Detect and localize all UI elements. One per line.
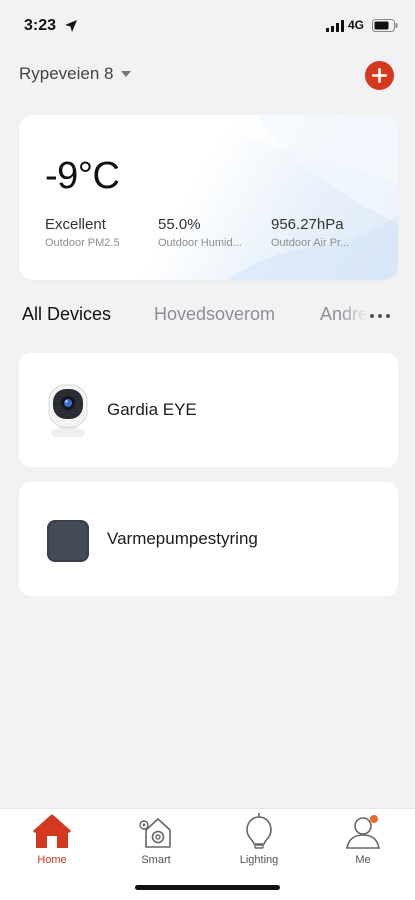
tab-hovedsoverom[interactable]: Hovedsoverom — [154, 304, 275, 325]
tab-me[interactable]: Me — [328, 813, 398, 869]
tab-label: Home — [37, 854, 67, 866]
weather-card[interactable]: -9°C Excellent Outdoor PM2.5 55.0% Outdo… — [19, 115, 398, 280]
device-card[interactable]: Varmepumpestyring — [19, 482, 398, 596]
tab-all-devices[interactable]: All Devices — [22, 304, 111, 325]
home-name: Rypeveien 8 — [19, 64, 114, 83]
status-time: 3:23 — [24, 17, 57, 34]
metric-value: 956.27hPa — [271, 216, 344, 233]
chevron-down-icon — [120, 71, 131, 77]
more-icon[interactable] — [368, 304, 392, 328]
home-indicator — [135, 885, 280, 890]
weather-card-background — [208, 115, 398, 280]
tab-label: Me — [355, 854, 371, 866]
network-type: 4G — [348, 18, 365, 32]
tab-smart[interactable]: Smart — [121, 813, 191, 869]
tab-label: Smart — [141, 854, 171, 866]
tab-lighting[interactable]: Lighting — [224, 813, 294, 869]
bulb-icon — [246, 813, 272, 849]
device-card[interactable]: Gardia EYE — [19, 353, 398, 467]
metric-value: Excellent — [45, 216, 106, 233]
metric-label: Outdoor Humid... — [158, 237, 242, 249]
app-screen: 3:23 4G Rypeveien 8 -9°C Excellent Outdo… — [0, 0, 415, 900]
hub-icon — [47, 520, 89, 562]
home-selector[interactable]: Rypeveien 8 — [19, 64, 132, 84]
metric-air-pressure: 956.27hPa Outdoor Air Pr... — [271, 216, 381, 249]
status-bar: 3:23 4G — [0, 0, 415, 52]
metric-label: Outdoor PM2.5 — [45, 237, 120, 249]
tab-overflow: Andre — [318, 304, 368, 328]
device-name: Gardia EYE — [107, 400, 197, 419]
metric-pm25: Excellent Outdoor PM2.5 — [45, 216, 155, 249]
home-icon — [33, 814, 71, 848]
add-device-button[interactable] — [365, 61, 394, 90]
signal-icon — [326, 20, 344, 32]
plus-icon — [372, 68, 387, 83]
metric-humidity: 55.0% Outdoor Humid... — [158, 216, 268, 249]
location-arrow-icon — [65, 20, 77, 32]
tab-label: Lighting — [239, 854, 279, 866]
tab-andre[interactable]: Andre — [320, 304, 368, 325]
metric-value: 55.0% — [158, 216, 201, 233]
smart-icon — [139, 818, 171, 848]
camera-icon — [48, 384, 88, 437]
room-tabs: All Devices Hovedsoverom Andre — [0, 304, 415, 328]
battery-icon — [372, 19, 398, 32]
metric-label: Outdoor Air Pr... — [271, 237, 350, 249]
tab-home[interactable]: Home — [17, 813, 87, 869]
temperature-value: -9°C — [45, 155, 120, 197]
device-name: Varmepumpestyring — [107, 529, 258, 548]
profile-icon — [346, 815, 380, 849]
